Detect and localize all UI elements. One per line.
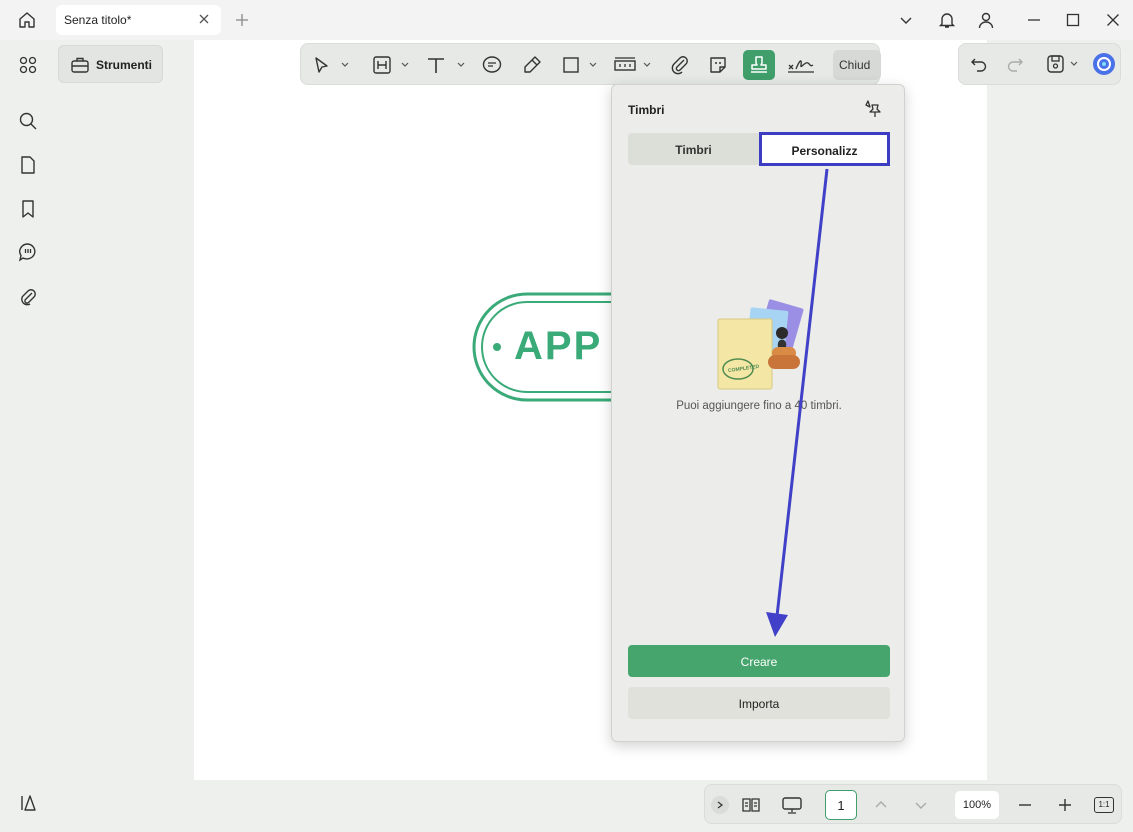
actual-size-icon[interactable]: 1:1 bbox=[1093, 795, 1115, 815]
measure-tool-icon[interactable] bbox=[609, 50, 655, 80]
signature-tool-icon[interactable] bbox=[783, 50, 819, 80]
previous-page-icon[interactable] bbox=[871, 795, 891, 815]
close-window-icon[interactable] bbox=[1103, 10, 1123, 30]
shape-tool-icon[interactable] bbox=[557, 50, 601, 80]
bell-icon[interactable] bbox=[936, 9, 958, 31]
tab-custom[interactable]: Personalizz bbox=[759, 132, 890, 166]
stamp-text: APP bbox=[514, 324, 603, 368]
undo-icon[interactable] bbox=[967, 52, 991, 76]
pin-icon[interactable] bbox=[862, 97, 886, 121]
tools-button[interactable]: Strumenti bbox=[58, 45, 163, 83]
new-tab-icon[interactable] bbox=[232, 10, 252, 30]
left-rail bbox=[0, 40, 54, 832]
attach-tool-icon[interactable] bbox=[665, 50, 695, 80]
presentation-icon[interactable] bbox=[779, 793, 805, 817]
text-tool-icon[interactable] bbox=[421, 50, 469, 80]
tools-label: Strumenti bbox=[96, 58, 153, 72]
search-icon[interactable] bbox=[16, 109, 40, 133]
next-page-icon[interactable] bbox=[911, 795, 931, 815]
zoom-in-icon[interactable] bbox=[1055, 795, 1075, 815]
page-number-input[interactable]: 1 bbox=[825, 790, 857, 820]
minimize-icon[interactable] bbox=[1024, 10, 1044, 30]
bookmark-icon[interactable] bbox=[16, 197, 40, 221]
bottom-bar: 1 100% 1:1 bbox=[704, 784, 1122, 824]
main-toolbar: Chiud bbox=[300, 43, 881, 85]
toolbox-icon bbox=[70, 55, 90, 75]
note-tool-icon[interactable] bbox=[477, 50, 507, 80]
heading-tool-icon[interactable] bbox=[365, 50, 413, 80]
create-stamp-button[interactable]: Creare bbox=[628, 645, 890, 677]
close-toolbar-button[interactable]: Chiud bbox=[833, 50, 881, 80]
right-toolbar bbox=[958, 43, 1121, 85]
ai-assistant-icon[interactable] bbox=[1092, 52, 1116, 76]
sidebar-toggle-icon[interactable] bbox=[16, 791, 40, 815]
redo-icon[interactable] bbox=[1003, 52, 1027, 76]
maximize-icon[interactable] bbox=[1063, 10, 1083, 30]
chevron-down-icon[interactable] bbox=[896, 10, 916, 30]
two-page-view-icon[interactable] bbox=[739, 793, 763, 817]
close-tab-icon[interactable] bbox=[197, 12, 211, 26]
approved-stamp[interactable]: APP bbox=[472, 292, 632, 402]
zoom-level[interactable]: 100% bbox=[955, 791, 999, 819]
empty-stamps-illustration: COMPLETED bbox=[716, 297, 812, 393]
import-stamp-button[interactable]: Importa bbox=[628, 687, 890, 719]
stamp-tool-icon[interactable] bbox=[743, 50, 775, 80]
pages-icon[interactable] bbox=[16, 153, 40, 177]
title-bar: Senza titolo* bbox=[0, 0, 1133, 40]
empty-message: Puoi aggiungere fino a 40 timbri. bbox=[676, 400, 842, 412]
expand-icon[interactable] bbox=[711, 796, 729, 814]
stamp-tabs: Timbri Personalizz bbox=[628, 132, 890, 166]
panel-title: Timbri bbox=[628, 103, 665, 117]
tab-stamps[interactable]: Timbri bbox=[628, 133, 759, 165]
comment-icon[interactable] bbox=[16, 240, 40, 264]
apps-grid-icon[interactable] bbox=[16, 53, 40, 77]
close-toolbar-label: Chiud bbox=[839, 58, 871, 72]
home-icon[interactable] bbox=[14, 8, 40, 32]
tab-title: Senza titolo* bbox=[64, 13, 132, 27]
zoom-out-icon[interactable] bbox=[1015, 795, 1035, 815]
attachment-icon[interactable] bbox=[16, 285, 40, 309]
highlighter-tool-icon[interactable] bbox=[517, 50, 547, 80]
sticker-tool-icon[interactable] bbox=[703, 50, 733, 80]
actual-size-label: 1:1 bbox=[1094, 797, 1114, 813]
stamp-panel: Timbri Timbri Personalizz COMPLETED Puoi… bbox=[611, 84, 905, 742]
save-icon[interactable] bbox=[1043, 52, 1083, 76]
document-tab[interactable]: Senza titolo* bbox=[56, 5, 221, 35]
select-tool-icon[interactable] bbox=[309, 50, 357, 80]
user-icon[interactable] bbox=[975, 9, 997, 31]
